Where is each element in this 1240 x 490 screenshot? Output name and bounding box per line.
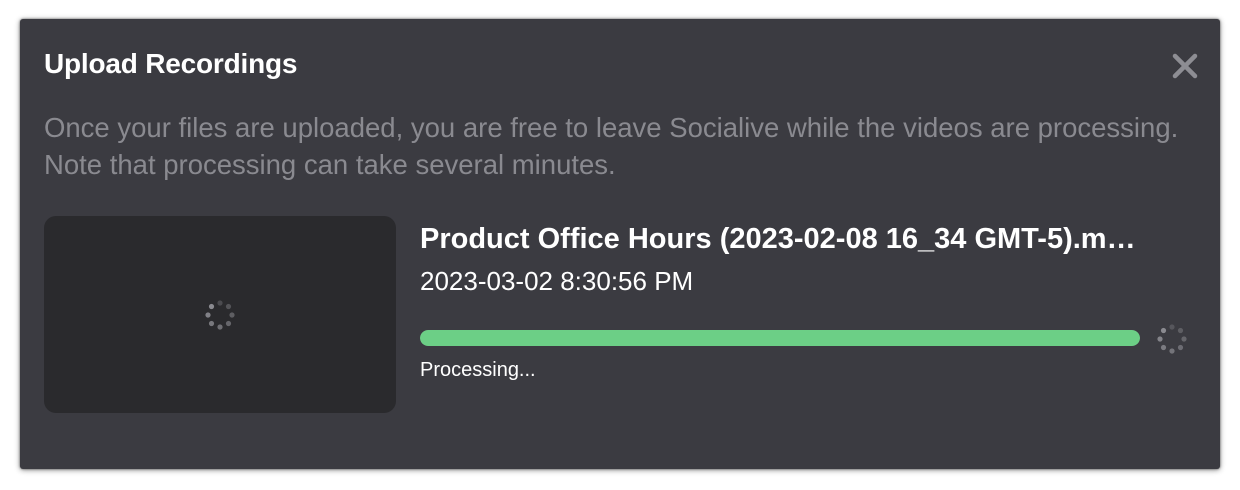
spinner-dot xyxy=(225,303,232,310)
spinner-dot xyxy=(1177,344,1184,351)
upload-recordings-dialog: Upload Recordings Once your files are up… xyxy=(20,19,1220,469)
spinner-dot xyxy=(1177,327,1184,334)
spinner-dot xyxy=(208,320,215,327)
spinner-dot xyxy=(208,303,215,310)
upload-timestamp: 2023-03-02 8:30:56 PM xyxy=(420,266,694,296)
loading-spinner-icon xyxy=(1157,324,1187,354)
progress-bar xyxy=(420,330,1140,346)
close-icon xyxy=(1172,53,1198,79)
spinner-dot xyxy=(1160,344,1167,351)
spinner-dot xyxy=(217,324,223,330)
spinner-dot xyxy=(225,320,232,327)
loading-spinner-icon xyxy=(205,300,235,330)
file-name: Product Office Hours (2023-02-08 16_34 G… xyxy=(420,223,1136,255)
close-button[interactable] xyxy=(1168,49,1202,83)
spinner-dot xyxy=(205,312,211,318)
file-info: Product Office Hours (2023-02-08 16_34 G… xyxy=(420,219,1200,297)
spinner-dot xyxy=(229,312,235,318)
video-thumbnail xyxy=(44,216,396,413)
progress-bar-fill xyxy=(420,330,1140,346)
spinner-dot xyxy=(1181,336,1187,342)
spinner-dot xyxy=(1169,324,1175,330)
spinner-dot xyxy=(1157,336,1163,342)
spinner-dot xyxy=(1169,348,1175,354)
dialog-title: Upload Recordings xyxy=(44,48,298,79)
upload-status: Processing... xyxy=(420,359,536,381)
spinner-dot xyxy=(1160,327,1167,334)
upload-progress xyxy=(420,321,1200,357)
dialog-description: Once your files are uploaded, you are fr… xyxy=(44,112,1179,180)
spinner-dot xyxy=(217,300,223,306)
